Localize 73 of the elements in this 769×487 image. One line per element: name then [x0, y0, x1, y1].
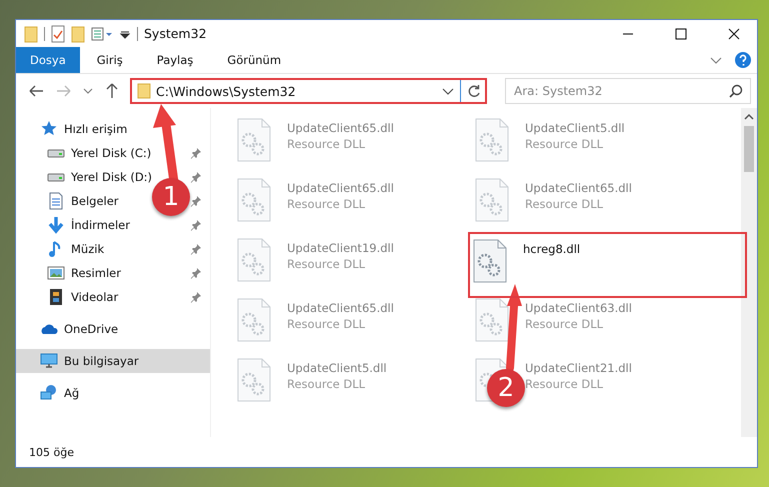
file-type: Resource DLL [287, 197, 366, 211]
picture-icon [47, 264, 65, 282]
folder-icon[interactable] [71, 24, 85, 42]
file-name: UpdateClient65.dll [525, 181, 632, 195]
file-name: UpdateClient65.dll [287, 181, 394, 195]
file-type: Resource DLL [287, 317, 366, 331]
file-name: hcreg8.dll [523, 242, 580, 256]
file-type: Resource DLL [525, 317, 604, 331]
sidebar-item[interactable]: Hızlı erişim [64, 122, 128, 136]
sidebar-item[interactable]: Belgeler [71, 194, 119, 208]
download-icon [47, 216, 65, 234]
gear-file-icon [475, 178, 509, 222]
star-icon [40, 120, 58, 138]
sidebar-item[interactable]: Bu bilgisayar [16, 349, 210, 373]
gear-file-icon [237, 118, 271, 162]
gear-file-icon [237, 178, 271, 222]
ribbon-tab[interactable]: Paylaş [140, 47, 210, 73]
pin-icon[interactable] [190, 267, 202, 279]
search-field[interactable]: Ara: System32 [505, 78, 751, 104]
pin-icon[interactable] [190, 243, 202, 255]
sidebar-item[interactable]: Yerel Disk (D:) [71, 170, 152, 184]
file-type: Resource DLL [525, 377, 604, 391]
file-name: UpdateClient5.dll [525, 121, 625, 135]
pin-icon[interactable] [190, 147, 202, 159]
sidebar-item[interactable]: Müzik [71, 242, 104, 256]
sidebar-item[interactable]: İndirmeler [71, 218, 130, 232]
ribbon-tab[interactable]: Dosya [16, 47, 80, 73]
gear-file-icon [473, 239, 507, 283]
sidebar-item[interactable]: Yerel Disk (C:) [71, 146, 152, 160]
highlighted-file-tile[interactable]: hcreg8.dll [470, 234, 745, 296]
pin-icon[interactable] [190, 195, 202, 207]
ribbon-tab[interactable]: Giriş [80, 47, 140, 73]
properties-icon[interactable] [91, 24, 113, 42]
file-type: Resource DLL [287, 137, 366, 151]
sidebar-item[interactable]: Ağ [64, 386, 80, 400]
document-icon [47, 192, 65, 210]
scroll-thumb[interactable] [744, 126, 754, 172]
help-icon[interactable] [735, 52, 751, 68]
file-name: UpdateClient5.dll [287, 361, 387, 375]
video-icon [47, 288, 65, 306]
network-icon [40, 384, 58, 402]
checklist-icon[interactable] [51, 24, 65, 42]
address-path: C:\Windows\System32 [156, 84, 297, 98]
file-name: UpdateClient63.dll [525, 301, 632, 315]
refresh-icon[interactable] [466, 83, 482, 99]
gear-file-icon [475, 118, 509, 162]
file-type: Resource DLL [287, 377, 366, 391]
file-type: Resource DLL [525, 197, 604, 211]
item-count: 105 öğe [29, 446, 74, 458]
sidebar-item[interactable]: Videolar [71, 290, 118, 304]
folder-icon[interactable] [24, 24, 38, 42]
pin-icon[interactable] [190, 291, 202, 303]
computer-icon [40, 352, 58, 370]
gear-file-icon [237, 358, 271, 402]
ribbon-tab[interactable]: Görünüm [210, 47, 298, 73]
gear-file-icon [237, 238, 271, 282]
window-title: System32 [144, 26, 208, 41]
pin-icon[interactable] [190, 171, 202, 183]
file-name: UpdateClient21.dll [525, 361, 632, 375]
file-name: UpdateClient19.dll [287, 241, 394, 255]
search-icon [729, 84, 743, 98]
gear-file-icon [475, 298, 509, 342]
file-name: UpdateClient65.dll [287, 301, 394, 315]
pin-icon[interactable] [190, 219, 202, 231]
file-type: Resource DLL [287, 257, 366, 271]
sidebar-item[interactable]: OneDrive [64, 322, 118, 336]
address-bar[interactable]: C:\Windows\System32 [130, 78, 487, 104]
sidebar-item[interactable]: Resimler [71, 266, 121, 280]
file-type: Resource DLL [525, 137, 604, 151]
folder-icon [137, 83, 151, 99]
gear-file-icon [237, 298, 271, 342]
scrollbar[interactable] [741, 108, 757, 437]
file-name: UpdateClient65.dll [287, 121, 394, 135]
